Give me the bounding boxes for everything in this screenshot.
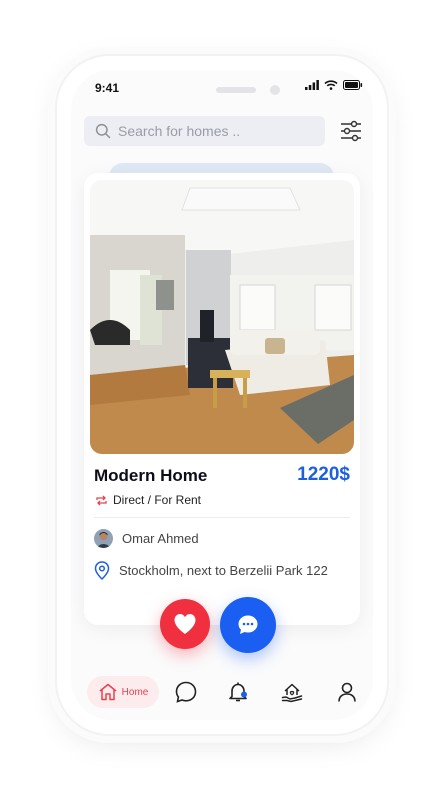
listing-type: Direct / For Rent xyxy=(95,493,201,507)
user-icon[interactable] xyxy=(336,681,358,703)
listing-price: 1220$ xyxy=(297,464,350,485)
listing-title: Modern Home xyxy=(94,466,208,485)
location-pin-icon xyxy=(94,561,110,580)
listing-type-label: Direct / For Rent xyxy=(113,493,202,507)
signal-icon xyxy=(305,80,319,90)
home-icon xyxy=(99,683,117,701)
speaker-grille xyxy=(216,87,256,93)
living-room-image xyxy=(90,180,354,454)
location-row[interactable]: Stockholm, next to Berzelii Park 122 xyxy=(94,561,328,580)
wifi-icon xyxy=(324,80,338,90)
owner-row[interactable]: Omar Ahmed xyxy=(94,529,199,548)
nav-home[interactable]: Home xyxy=(87,676,159,708)
battery-icon xyxy=(343,80,363,90)
bottom-nav: Home xyxy=(87,676,367,710)
avatar xyxy=(94,529,113,548)
search-placeholder: Search for homes .. xyxy=(118,123,241,139)
message-icon[interactable] xyxy=(175,681,197,703)
filter-icon[interactable] xyxy=(340,120,362,142)
repeat-icon xyxy=(96,495,107,505)
status-time: 9:41 xyxy=(95,81,120,95)
search-input[interactable]: Search for homes .. xyxy=(84,116,325,146)
location-text: Stockholm, next to Berzelii Park 122 xyxy=(119,563,328,578)
heart-icon xyxy=(174,614,196,634)
chat-icon xyxy=(238,615,258,634)
owner-name: Omar Ahmed xyxy=(122,531,199,546)
listing-card[interactable]: Modern Home 1220$ Direct / For Rent Omar… xyxy=(84,173,360,625)
status-icons xyxy=(305,80,363,90)
listing-photo xyxy=(90,180,354,454)
search-icon xyxy=(95,123,111,139)
front-camera xyxy=(270,85,280,95)
bell-icon[interactable] xyxy=(227,681,249,703)
house-hand-icon[interactable] xyxy=(281,681,303,703)
divider xyxy=(94,517,350,518)
chat-button[interactable] xyxy=(220,597,276,653)
like-button[interactable] xyxy=(160,599,210,649)
nav-home-label: Home xyxy=(121,686,149,698)
